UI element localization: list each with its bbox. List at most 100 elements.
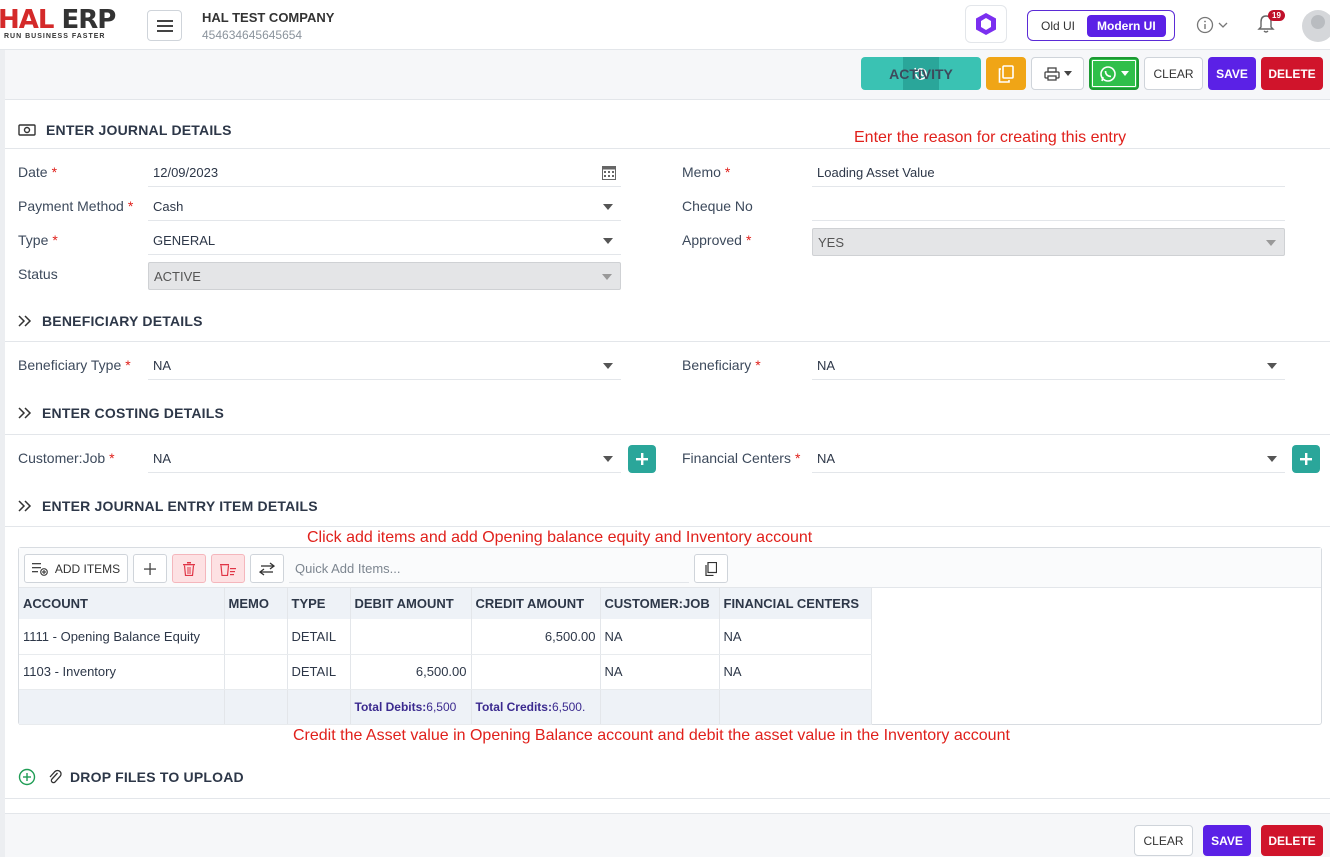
cell-customer-job[interactable]: NA [600, 619, 720, 655]
col-debit-amount[interactable]: DEBIT AMOUNT [350, 588, 472, 619]
help-dropdown[interactable] [1196, 16, 1228, 34]
clear-button[interactable]: CLEAR [1144, 57, 1203, 90]
table-row[interactable]: 1111 - Opening Balance Equity DETAIL 6,5… [19, 619, 872, 655]
caret-down-icon [603, 456, 613, 462]
beneficiary-section-header[interactable]: BENEFICIARY DETAILS [18, 313, 203, 329]
caret-down-icon [603, 204, 613, 210]
financial-centers-label: Financial Centers * [682, 450, 801, 466]
save-button[interactable]: SAVE [1208, 57, 1256, 90]
cell-memo[interactable] [224, 654, 288, 690]
swap-arrows-icon [259, 561, 275, 576]
cell-customer-job[interactable]: NA [600, 654, 720, 690]
quick-add-items-input[interactable]: Quick Add Items... [289, 554, 689, 583]
double-chevron-right-icon [18, 407, 32, 419]
caret-down-icon [1266, 240, 1276, 246]
double-chevron-right-icon [18, 500, 32, 512]
cell-type[interactable]: DETAIL [287, 619, 351, 655]
logo-tagline: RUN BUSINESS FASTER [4, 33, 106, 40]
journal-section-header: ENTER JOURNAL DETAILS [18, 122, 232, 138]
col-account[interactable]: ACCOUNT [19, 588, 225, 619]
cell-debit[interactable]: 6,500.00 [350, 654, 472, 690]
beneficiary-label: Beneficiary * [682, 357, 761, 373]
top-navbar: HAL ERP RUN BUSINESS FASTER HAL TEST COM… [0, 0, 1330, 50]
modern-ui-option[interactable]: Modern UI [1087, 14, 1166, 37]
quick-add-copy-button[interactable] [694, 554, 728, 583]
old-ui-option[interactable]: Old UI [1031, 15, 1085, 37]
cell-type[interactable]: DETAIL [287, 654, 351, 690]
add-items-button[interactable]: ADD ITEMS [24, 554, 128, 583]
print-dropdown-button[interactable] [1031, 57, 1084, 90]
delete-row-button[interactable] [172, 554, 206, 583]
swap-button[interactable] [250, 554, 284, 583]
activity-button[interactable]: ACTIVITY [861, 57, 981, 90]
files-section-header[interactable]: DROP FILES TO UPLOAD [18, 768, 244, 786]
col-memo[interactable]: MEMO [224, 588, 288, 619]
hal-erp-logo[interactable]: HAL ERP RUN BUSINESS FASTER [0, 6, 132, 44]
type-select[interactable]: GENERAL [148, 227, 621, 255]
table-row[interactable]: 1103 - Inventory DETAIL 6,500.00 NA NA [19, 654, 872, 690]
add-row-button[interactable] [133, 554, 167, 583]
delete-all-rows-button[interactable] [211, 554, 245, 583]
ui-mode-toggle: Old UI Modern UI [1027, 10, 1175, 41]
calendar-icon[interactable] [602, 165, 616, 180]
credit-debit-annotation: Credit the Asset value in Opening Balanc… [293, 727, 1010, 744]
cell-account[interactable]: 1111 - Opening Balance Equity [19, 619, 225, 655]
delete-button[interactable]: DELETE [1261, 57, 1323, 90]
clipboard-icon [705, 561, 717, 576]
plus-icon [1300, 453, 1312, 465]
caret-down-icon [603, 363, 613, 369]
bottom-save-button[interactable]: SAVE [1203, 825, 1251, 856]
list-add-icon [31, 562, 48, 576]
col-credit-amount[interactable]: CREDIT AMOUNT [471, 588, 601, 619]
beneficiary-select[interactable]: NA [812, 352, 1285, 380]
costing-section-header[interactable]: ENTER COSTING DETAILS [18, 405, 224, 421]
activity-label: ACTIVITY [889, 65, 953, 82]
paperclip-icon [49, 769, 62, 784]
cheque-no-input[interactable] [812, 193, 1285, 221]
left-rail [0, 50, 5, 857]
memo-label: Memo * [682, 164, 731, 180]
whatsapp-dropdown-button[interactable] [1089, 57, 1139, 90]
chevron-down-icon [1218, 22, 1228, 28]
bottom-clear-button[interactable]: CLEAR [1134, 825, 1193, 856]
company-id: 454634645645654 [202, 28, 303, 42]
plus-icon [144, 562, 156, 575]
journal-items-table: ACCOUNT MEMO TYPE DEBIT AMOUNT CREDIT AM… [19, 588, 872, 725]
caret-down-icon [603, 238, 613, 244]
cell-financial-center[interactable]: NA [719, 654, 872, 690]
items-section-header[interactable]: ENTER JOURNAL ENTRY ITEM DETAILS [18, 498, 318, 514]
journal-section-title: ENTER JOURNAL DETAILS [46, 122, 232, 138]
cell-debit[interactable] [350, 619, 472, 655]
menu-toggle-button[interactable] [147, 10, 182, 41]
add-customer-job-button[interactable] [628, 445, 656, 473]
grid-toolbar: ADD ITEMS Quick Add Items... [19, 548, 1321, 588]
date-field[interactable]: 12/09/2023 [148, 159, 621, 187]
copy-button[interactable] [986, 57, 1026, 90]
status-label: Status [18, 266, 58, 282]
memo-input[interactable]: Loading Asset Value [812, 159, 1285, 187]
cell-credit[interactable]: 6,500.00 [471, 619, 601, 655]
cell-financial-center[interactable]: NA [719, 619, 872, 655]
customer-job-select[interactable]: NA [148, 445, 621, 473]
company-name: HAL TEST COMPANY [202, 10, 335, 25]
payment-method-select[interactable]: Cash [148, 193, 621, 221]
copy-icon [998, 64, 1014, 83]
user-avatar[interactable] [1302, 10, 1330, 42]
cell-account[interactable]: 1103 - Inventory [19, 654, 225, 690]
customer-job-label: Customer:Job * [18, 450, 115, 466]
plus-circle-icon[interactable] [18, 768, 36, 786]
add-financial-center-button[interactable] [1292, 445, 1320, 473]
cell-memo[interactable] [224, 619, 288, 655]
trash-list-icon [220, 563, 236, 576]
items-annotation: Click add items and add Opening balance … [307, 529, 813, 546]
col-financial-centers[interactable]: FINANCIAL CENTERS [719, 588, 872, 619]
printer-icon [1043, 66, 1060, 81]
app-launcher-button[interactable] [965, 5, 1007, 43]
financial-centers-select[interactable]: NA [812, 445, 1285, 473]
col-customer-job[interactable]: CUSTOMER:JOB [600, 588, 720, 619]
approved-select: YES [812, 228, 1285, 256]
cell-credit[interactable] [471, 654, 601, 690]
beneficiary-type-select[interactable]: NA [148, 352, 621, 380]
bottom-delete-button[interactable]: DELETE [1261, 825, 1323, 856]
col-type[interactable]: TYPE [287, 588, 351, 619]
